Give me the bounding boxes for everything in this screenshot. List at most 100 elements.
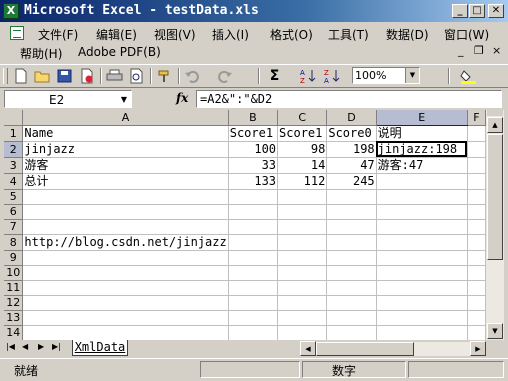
- cell-a4[interactable]: 总计: [22, 173, 229, 190]
- column-header-a[interactable]: A: [22, 110, 229, 126]
- cell-f3[interactable]: [467, 157, 486, 174]
- select-all-corner[interactable]: [4, 110, 24, 126]
- cell-d12[interactable]: [326, 295, 377, 311]
- permission-icon[interactable]: [78, 68, 95, 84]
- chevron-down-icon[interactable]: ▼: [405, 68, 419, 83]
- cell-e14[interactable]: [376, 325, 468, 340]
- first-sheet-icon[interactable]: |◀: [6, 342, 15, 351]
- menu-view[interactable]: 视图(V): [154, 26, 196, 43]
- minimize-button[interactable]: _: [452, 4, 468, 18]
- cell-d5[interactable]: [326, 189, 377, 205]
- row-header[interactable]: 13: [4, 310, 24, 326]
- column-header-e[interactable]: E: [376, 110, 468, 126]
- cell-b4[interactable]: 133: [228, 173, 279, 190]
- cell-d13[interactable]: [326, 310, 377, 326]
- insert-function-icon[interactable]: fx: [176, 91, 188, 105]
- cell-a12[interactable]: [22, 295, 229, 311]
- cell-c13[interactable]: [277, 310, 328, 326]
- cell-b12[interactable]: [228, 295, 279, 311]
- cell-d9[interactable]: [326, 250, 377, 266]
- cell-a2[interactable]: jinjazz: [22, 141, 229, 158]
- workbook-icon[interactable]: [10, 26, 24, 40]
- cell-e7[interactable]: [376, 219, 468, 235]
- column-header-d[interactable]: D: [326, 110, 377, 126]
- cell-d6[interactable]: [326, 204, 377, 220]
- cell-f9[interactable]: [467, 250, 486, 266]
- cell-e5[interactable]: [376, 189, 468, 205]
- cell-e12[interactable]: [376, 295, 468, 311]
- cell-c14[interactable]: [277, 325, 328, 340]
- column-header-f[interactable]: F: [467, 110, 486, 126]
- cell-a11[interactable]: [22, 280, 229, 296]
- close-button[interactable]: ✕: [488, 4, 504, 18]
- cell-a14[interactable]: [22, 325, 229, 340]
- new-icon[interactable]: [12, 68, 29, 84]
- redo-icon[interactable]: [216, 68, 233, 84]
- format-painter-icon[interactable]: [156, 68, 173, 84]
- menu-edit[interactable]: 编辑(E): [96, 26, 137, 43]
- cell-d3[interactable]: 47: [326, 157, 377, 174]
- chevron-down-icon[interactable]: ▼: [121, 95, 127, 104]
- cell-e8[interactable]: [376, 234, 468, 251]
- menu-tools[interactable]: 工具(T): [328, 26, 369, 43]
- autosum-icon[interactable]: Σ: [266, 68, 283, 84]
- cell-b5[interactable]: [228, 189, 279, 205]
- row-header[interactable]: 8: [4, 234, 24, 251]
- row-header[interactable]: 7: [4, 219, 24, 235]
- cell-d7[interactable]: [326, 219, 377, 235]
- cell-e11[interactable]: [376, 280, 468, 296]
- formula-input[interactable]: =A2&":"&D2: [196, 90, 502, 108]
- row-header[interactable]: 11: [4, 280, 24, 296]
- last-sheet-icon[interactable]: ▶|: [52, 342, 61, 351]
- cell-f13[interactable]: [467, 310, 486, 326]
- scroll-down-icon[interactable]: ▼: [487, 323, 503, 339]
- cell-e1[interactable]: 说明: [376, 125, 468, 142]
- column-header-c[interactable]: C: [277, 110, 328, 126]
- scroll-left-icon[interactable]: ◀: [300, 341, 316, 356]
- cell-d11[interactable]: [326, 280, 377, 296]
- sort-descending-icon[interactable]: ZA: [324, 68, 341, 84]
- cell-f1[interactable]: [467, 125, 486, 142]
- cell-f14[interactable]: [467, 325, 486, 340]
- cell-c9[interactable]: [277, 250, 328, 266]
- cell-f11[interactable]: [467, 280, 486, 296]
- row-header[interactable]: 10: [4, 265, 24, 281]
- row-header[interactable]: 2: [4, 141, 24, 158]
- excel-app-icon[interactable]: X: [3, 3, 19, 19]
- cell-a7[interactable]: [22, 219, 229, 235]
- scroll-thumb-horizontal[interactable]: [316, 342, 414, 356]
- cell-a13[interactable]: [22, 310, 229, 326]
- cell-d8[interactable]: [326, 234, 377, 251]
- menu-data[interactable]: 数据(D): [386, 26, 429, 43]
- cell-d2[interactable]: 198: [326, 141, 377, 158]
- cell-b6[interactable]: [228, 204, 279, 220]
- cell-b8[interactable]: [228, 234, 279, 251]
- menu-help[interactable]: 帮助(H): [20, 45, 62, 62]
- name-box[interactable]: E2 ▼: [4, 90, 132, 108]
- cell-a8[interactable]: http://blog.csdn.net/jinjazz: [22, 234, 229, 251]
- cell-c8[interactable]: [277, 234, 328, 251]
- cell-e4[interactable]: [376, 173, 468, 190]
- cell-c12[interactable]: [277, 295, 328, 311]
- print-preview-icon[interactable]: [128, 68, 145, 84]
- zoom-select[interactable]: 100% ▼: [352, 67, 420, 84]
- cell-c5[interactable]: [277, 189, 328, 205]
- maximize-button[interactable]: □: [469, 4, 485, 18]
- cell-b11[interactable]: [228, 280, 279, 296]
- column-header-b[interactable]: B: [228, 110, 279, 126]
- cell-c3[interactable]: 14: [277, 157, 328, 174]
- undo-icon[interactable]: [184, 68, 201, 84]
- print-icon[interactable]: [106, 68, 123, 84]
- cell-e6[interactable]: [376, 204, 468, 220]
- split-box[interactable]: [487, 110, 503, 116]
- cell-d1[interactable]: Score0: [326, 125, 377, 142]
- cell-f12[interactable]: [467, 295, 486, 311]
- cell-b10[interactable]: [228, 265, 279, 281]
- toolbar-grip[interactable]: [3, 68, 8, 84]
- sort-ascending-icon[interactable]: AZ: [300, 68, 317, 84]
- horizontal-scrollbar[interactable]: ◀ ▶: [300, 341, 486, 356]
- cell-f10[interactable]: [467, 265, 486, 281]
- menu-file[interactable]: 文件(F): [38, 26, 78, 43]
- menu-format[interactable]: 格式(O): [270, 26, 313, 43]
- worksheet-grid[interactable]: ABCDEF 1 Name Score1 Score1 Score0 说明 2 jinjazz…: [4, 110, 486, 340]
